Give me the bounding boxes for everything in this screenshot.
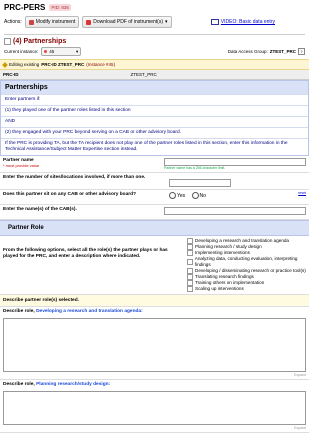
edit-icon xyxy=(28,19,34,25)
radio-icon xyxy=(191,192,199,199)
description-line: (1) they played one of the partner roles… xyxy=(1,105,308,116)
role-checkbox[interactable]: Scaling up interventions xyxy=(187,285,308,292)
status-dot-icon xyxy=(44,50,48,53)
radio-icon xyxy=(169,192,176,199)
form-status-icon xyxy=(4,38,11,45)
section-title: (4) Partnerships xyxy=(4,38,305,45)
describe-role-2: Describe role, Planning research/study d… xyxy=(0,380,309,433)
description-line: If the PRC is providing TA, but the TA r… xyxy=(1,138,308,155)
video-link[interactable]: VIDEO: Basic data entry xyxy=(210,19,275,25)
description-line: (2) they engaged with your PRC beyond se… xyxy=(1,127,308,138)
actions-label: Actions: xyxy=(4,19,22,25)
instance-value: 45 xyxy=(49,49,55,54)
describe-role-name: Developing a research and translation ag… xyxy=(36,308,143,314)
yes-label: Yes xyxy=(177,192,186,199)
sites-cell xyxy=(166,173,309,189)
page: PRC-PERS PID: 836 Actions: Modify instru… xyxy=(0,0,309,433)
video-icon xyxy=(210,19,219,25)
cab-names-cell xyxy=(161,205,309,219)
download-pdf-button[interactable]: Download PDF of instrument(s) ▾ xyxy=(82,16,172,28)
describe-role-1-textarea[interactable] xyxy=(3,317,306,372)
checkbox-icon xyxy=(187,285,193,292)
editing-instance: (Instance #45) xyxy=(86,62,116,67)
editing-record: PRC-ID ZTEST_PRC xyxy=(41,62,85,67)
role-option-label: Translating research findings xyxy=(195,273,254,279)
partner-name-row: Partner name * must provide value Partne… xyxy=(0,156,309,173)
instance-row: Current instance: 45 ▾ Data Access Group… xyxy=(4,47,305,56)
partnerships-description: Partnerships Enter partners if: (1) they… xyxy=(0,80,309,156)
cab-row: Does this partner sit on any CAB or othe… xyxy=(0,190,309,205)
record-id-row: PRC-ID ZTEST_PRC xyxy=(0,70,309,80)
cab-yes-radio[interactable]: Yes xyxy=(169,192,185,199)
describe-roles-heading: Describe partner role(s) selected. xyxy=(0,294,309,307)
description-line: AND xyxy=(1,116,308,127)
role-options: Developing a research and translation ag… xyxy=(186,236,309,294)
cab-no-radio[interactable]: No xyxy=(191,192,206,199)
sites-label: Enter the number of sites/locations invo… xyxy=(3,175,146,180)
current-instance-label: Current instance: xyxy=(4,49,39,54)
help-icon[interactable]: ? xyxy=(298,48,305,55)
title-text: PRC-PERS xyxy=(4,3,46,12)
expand-link[interactable]: Expand xyxy=(3,426,306,430)
editing-banner: Editing existing PRC-ID ZTEST_PRC (Insta… xyxy=(0,59,309,70)
cab-names-input[interactable] xyxy=(164,207,306,215)
describe-role-name: Planning research/study design: xyxy=(36,381,111,387)
sites-row: Enter the number of sites/locations invo… xyxy=(0,173,309,190)
record-id-label: PRC-ID xyxy=(3,72,19,77)
cab-label: Does this partner sit on any CAB or othe… xyxy=(3,192,137,197)
role-checkbox[interactable]: Analyzing data, conducting evaluation, i… xyxy=(187,256,308,268)
pdf-icon xyxy=(86,19,92,25)
partner-role-question: From the following options, select all t… xyxy=(3,248,168,259)
cab-names-label: Enter the name(s) of the CAB(s). xyxy=(3,207,77,212)
partnerships-header: Partnerships xyxy=(1,81,308,94)
checkbox-icon xyxy=(187,250,193,256)
no-label: No xyxy=(199,192,206,199)
modify-instrument-button[interactable]: Modify instrument xyxy=(24,16,80,28)
actions-bar: Actions: Modify instrument Download PDF … xyxy=(4,16,305,28)
cab-cell: Yes No reset xyxy=(166,190,309,204)
role-checkbox[interactable]: Developing / disseminating research or p… xyxy=(187,267,308,274)
reset-link[interactable]: reset xyxy=(298,191,306,195)
partner-name-label: Partner name * must provide value xyxy=(0,156,161,172)
chevron-down-icon: ▾ xyxy=(165,19,168,25)
editing-text: Editing existing xyxy=(9,62,40,67)
partner-name-note: Partner name has a 256 character limit. xyxy=(164,166,226,170)
partner-role-row: From the following options, select all t… xyxy=(0,236,309,295)
role-option-label: Developing a research and translation ag… xyxy=(195,238,289,244)
role-option-label: Planning research / study design xyxy=(195,244,262,250)
cab-names-row: Enter the name(s) of the CAB(s). xyxy=(0,205,309,220)
sites-input[interactable] xyxy=(169,179,231,187)
page-title: PRC-PERS PID: 836 xyxy=(4,3,305,12)
video-label: VIDEO: Basic data entry xyxy=(220,19,275,25)
modify-label: Modify instrument xyxy=(35,19,76,25)
header: PRC-PERS PID: 836 Actions: Modify instru… xyxy=(0,0,309,56)
dag-label: Data Access Group: xyxy=(227,49,268,54)
role-option-label: Training others on implementation xyxy=(195,279,265,285)
required-note: * must provide value xyxy=(3,163,40,168)
partner-role-header: Partner Role xyxy=(0,220,309,236)
record-id-value: ZTEST_PRC xyxy=(130,72,157,77)
describe-role-1: Describe role, Developing a research and… xyxy=(0,307,309,380)
describe-role-2-textarea[interactable] xyxy=(3,390,306,425)
section-title-text: (4) Partnerships xyxy=(13,38,67,45)
dag-value: ZTEST_PRC xyxy=(269,49,296,54)
describe-prefix: Describe role, xyxy=(3,308,35,314)
instance-select[interactable]: 45 ▾ xyxy=(41,47,82,56)
role-option-label: Developing / disseminating research or p… xyxy=(195,267,306,273)
section-header: (4) Partnerships Current instance: 45 ▾ … xyxy=(4,34,305,56)
pencil-icon xyxy=(2,61,8,68)
description-line: Enter partners if: xyxy=(1,94,308,105)
pid-badge: PID: 836 xyxy=(49,4,71,11)
partner-name-input[interactable] xyxy=(164,158,306,166)
expand-link[interactable]: Expand xyxy=(3,373,306,377)
describe-prefix: Describe role, xyxy=(3,381,35,387)
chevron-down-icon: ▾ xyxy=(76,48,79,54)
checkbox-icon xyxy=(187,258,193,265)
partner-name-cell: Partner name has a 256 character limit. xyxy=(161,156,309,172)
data-access-group: Data Access Group: ZTEST_PRC ? xyxy=(228,48,305,55)
role-option-label: Scaling up interventions xyxy=(195,285,244,291)
role-option-label: Analyzing data, conducting evaluation, i… xyxy=(194,256,298,267)
download-label: Download PDF of instrument(s) xyxy=(93,19,164,25)
